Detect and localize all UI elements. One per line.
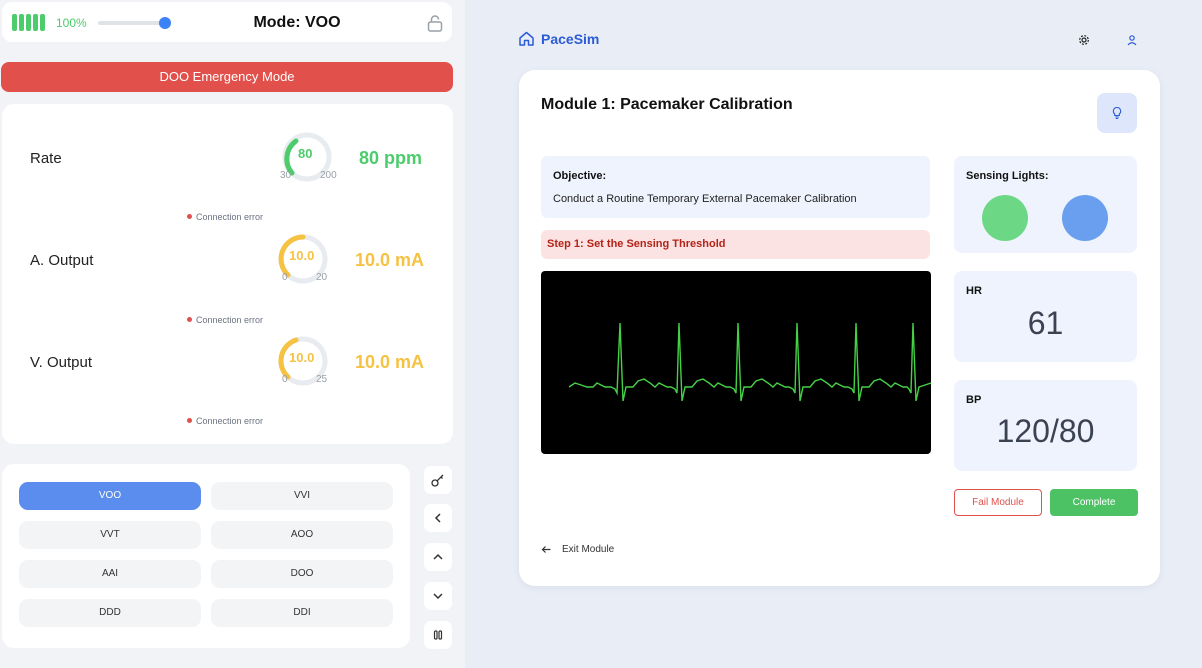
sensing-lights-panel: Sensing Lights: — [954, 156, 1137, 253]
key-icon[interactable] — [424, 466, 452, 494]
hint-button[interactable] — [1097, 93, 1137, 133]
brightness-slider[interactable] — [98, 21, 164, 25]
param-label: Rate — [30, 150, 62, 167]
connection-error: Connection error — [187, 212, 263, 222]
gauge-max: 25 — [316, 374, 328, 385]
gauge-min: 0 — [282, 272, 288, 283]
emergency-mode-button[interactable]: DOO Emergency Mode — [1, 62, 453, 92]
sensing-light-blue — [1062, 195, 1108, 241]
pause-icon[interactable] — [424, 621, 452, 649]
hr-panel: HR 61 — [954, 271, 1137, 362]
param-rate: Rate 80 30 200 80 ppm — [2, 124, 453, 194]
param-v-output: V. Output 10.0 0 25 10.0 mA — [2, 328, 453, 398]
a-output-display: 10.0 mA — [355, 250, 425, 270]
status-bar: 100% Mode: VOO — [2, 2, 452, 42]
mode-button-vvt[interactable]: VVT — [19, 521, 201, 549]
connection-error: Connection error — [187, 416, 263, 426]
step-banner: Step 1: Set the Sensing Threshold — [541, 230, 930, 259]
ecg-monitor — [541, 271, 931, 454]
gauge-min: 0 — [282, 374, 288, 385]
gauge-value: 10.0 — [289, 350, 315, 365]
module-title: Module 1: Pacemaker Calibration — [541, 96, 793, 113]
exit-label: Exit Module — [562, 544, 615, 555]
hr-value: 61 — [1027, 305, 1064, 341]
unlock-icon[interactable] — [426, 14, 444, 32]
objective-box: Objective: Conduct a Routine Temporary E… — [541, 156, 930, 218]
gauge-value: 10.0 — [289, 248, 315, 263]
bp-value: 120/80 — [996, 413, 1095, 449]
bp-panel: BP 120/80 — [954, 380, 1137, 471]
sensing-light-green — [982, 195, 1028, 241]
mode-button-ddi[interactable]: DDI — [211, 599, 393, 627]
battery-icon — [12, 14, 45, 31]
settings-icon[interactable] — [1076, 32, 1092, 48]
mode-button-doo[interactable]: DOO — [211, 560, 393, 588]
mode-title: Mode: VOO — [253, 14, 341, 31]
bp-label: BP — [966, 394, 982, 406]
hr-label: HR — [966, 285, 982, 297]
mode-button-voo[interactable]: VOO — [19, 482, 201, 510]
slider-knob[interactable] — [159, 17, 171, 29]
exit-module-link[interactable]: Exit Module — [541, 544, 614, 555]
complete-button[interactable]: Complete — [1050, 489, 1138, 516]
gauge-max: 20 — [316, 272, 328, 283]
gauge-value: 80 — [298, 146, 313, 161]
arrow-left-icon — [541, 546, 551, 553]
mode-button-ddd[interactable]: DDD — [19, 599, 201, 627]
v-output-display: 10.0 mA — [355, 352, 425, 372]
fail-module-button[interactable]: Fail Module — [954, 489, 1042, 516]
chevron-left-icon[interactable] — [424, 504, 452, 532]
connection-error: Connection error — [187, 315, 263, 325]
lightbulb-icon — [1112, 106, 1122, 120]
control-panel: 100% Mode: VOO DOO Emergency Mode Rate 8… — [0, 0, 465, 668]
param-label: V. Output — [30, 354, 92, 371]
gauge-max: 200 — [320, 170, 337, 181]
module-card: Module 1: Pacemaker Calibration Objectiv… — [519, 70, 1160, 586]
user-icon[interactable] — [1124, 32, 1140, 48]
chevron-down-icon[interactable] — [424, 582, 452, 610]
mode-selector: VOO VVI VVT AOO AAI DOO DDD DDI — [2, 464, 410, 648]
objective-label: Objective: — [553, 170, 607, 182]
rate-display: 80 ppm — [359, 148, 423, 168]
chevron-up-icon[interactable] — [424, 543, 452, 571]
mode-button-vvi[interactable]: VVI — [211, 482, 393, 510]
sensing-label: Sensing Lights: — [966, 170, 1049, 182]
brand-name: PaceSim — [541, 30, 600, 47]
parameters-card: Rate 80 30 200 80 ppm Connection error A… — [2, 104, 453, 444]
home-icon — [519, 31, 534, 46]
param-a-output: A. Output 10.0 0 20 10.0 mA — [2, 226, 453, 296]
objective-text: Conduct a Routine Temporary External Pac… — [553, 193, 857, 205]
ecg-waveform — [568, 322, 931, 402]
gauge-min: 30 — [280, 170, 292, 181]
brand[interactable]: PaceSim — [518, 30, 599, 47]
mode-button-aai[interactable]: AAI — [19, 560, 201, 588]
param-label: A. Output — [30, 252, 94, 269]
battery-percent: 100% — [56, 16, 87, 30]
mode-button-aoo[interactable]: AOO — [211, 521, 393, 549]
